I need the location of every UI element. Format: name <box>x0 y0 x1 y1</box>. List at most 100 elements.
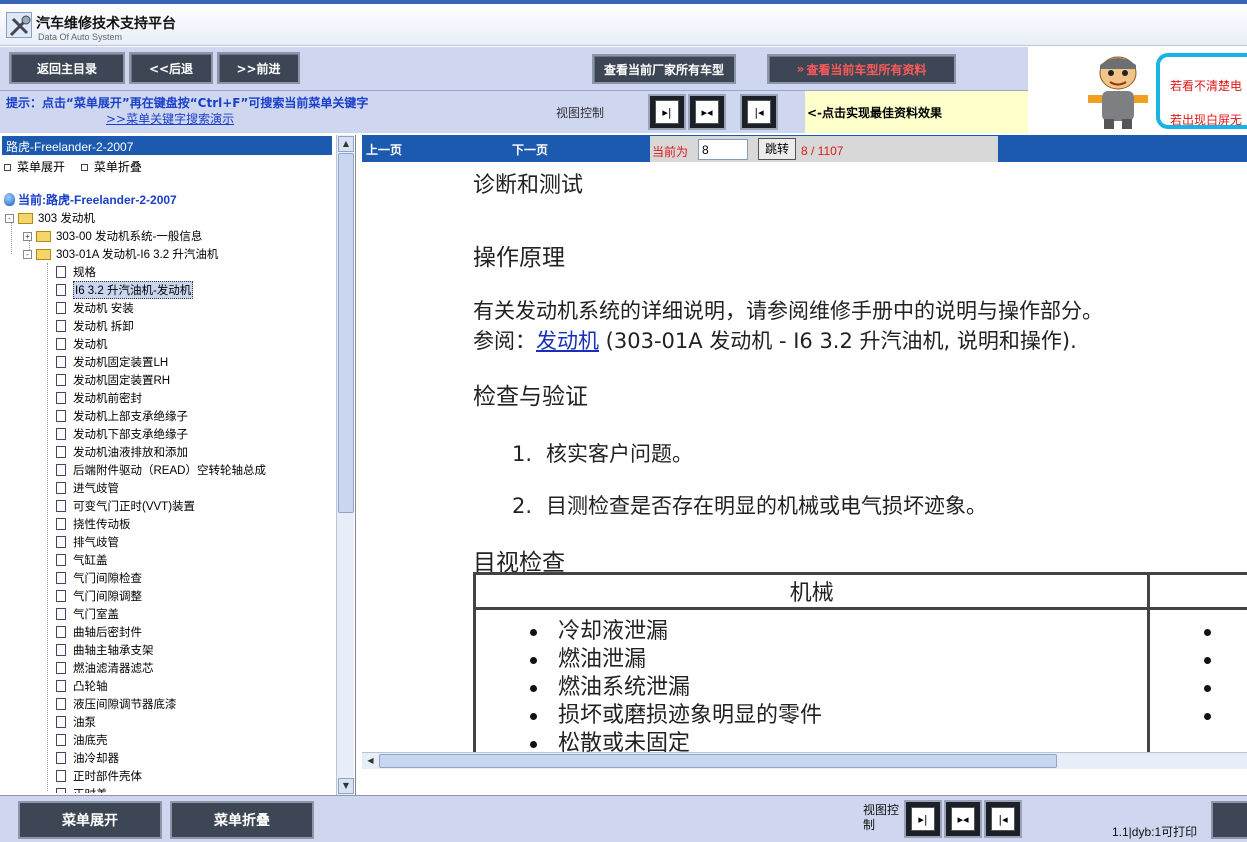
tree-item-label: 303-01A 发动机-I6 3.2 升汽油机 <box>56 249 219 261</box>
tree-item[interactable]: 油泵 <box>56 713 96 731</box>
tree-item[interactable]: +303-00 发动机系统-一般信息 <box>23 227 202 245</box>
view-split-button[interactable]: ▸◂ <box>688 94 726 130</box>
maker-models-button[interactable]: 查看当前厂家所有车型 <box>592 54 736 84</box>
document-icon <box>56 680 66 692</box>
scroll-thumb[interactable] <box>338 153 354 513</box>
title-bar: 汽车维修技术支持平台 Data Of Auto System <box>0 4 1247 46</box>
scroll-left-icon[interactable]: ◀ <box>363 754 378 768</box>
current-page-label: 当前为 <box>652 145 689 159</box>
tree-collapse-link[interactable]: 菜单折叠 <box>80 160 142 174</box>
tree-collapse-label: 菜单折叠 <box>93 160 142 174</box>
arrow-left-icon: |◂ <box>747 100 771 124</box>
tree-item[interactable]: 气缸盖 <box>56 551 108 569</box>
document-heading: 诊断和测试 <box>473 173 584 198</box>
tree-item[interactable]: 正时部件壳体 <box>56 767 142 785</box>
tree-item[interactable]: 后端附件驱动（READ）空转轮轴总成 <box>56 461 266 479</box>
tree-item[interactable]: 发动机下部支承绝缘子 <box>56 425 188 443</box>
tree-item[interactable]: 发动机油液排放和添加 <box>56 443 188 461</box>
tree-item[interactable]: 油底壳 <box>56 731 108 749</box>
tree-item[interactable]: 发动机固定装置LH <box>56 353 168 371</box>
home-button[interactable]: 返回主目录 <box>9 52 125 84</box>
bottom-expand-button[interactable]: 菜单展开 <box>18 801 162 839</box>
tree-item[interactable]: 发动机上部支承绝缘子 <box>56 407 188 425</box>
page-jump-box: 当前为 跳转 8 / 1107 <box>650 136 998 162</box>
bottom-view-expand-right-button[interactable]: ▸| <box>904 800 942 838</box>
tree-item[interactable]: 发动机 安装 <box>56 299 134 317</box>
tree-item[interactable]: 发动机固定装置RH <box>56 371 170 389</box>
tree-item-label: 气缸盖 <box>73 555 108 567</box>
tree-item[interactable]: 排气歧管 <box>56 533 119 551</box>
search-hint: 提示：点击“菜单展开”再在键盘按“Ctrl+F”可搜索当前菜单关键字 <box>6 96 369 110</box>
tree-item-label: 曲轴主轴承支架 <box>73 645 154 657</box>
view-expand-right-button[interactable]: ▸| <box>648 94 686 130</box>
mechanical-cell: 冷却液泄漏 燃油泄漏 燃油系统泄漏 损坏或磨损迹象明显的零件 松散或未固定 <box>472 608 1151 752</box>
main-toolbar: 返回主目录 <<后退 >>前进 查看当前厂家所有车型 » 查看当前车型所有资料 <box>0 47 1028 91</box>
tree-item[interactable]: 发动机 拆卸 <box>56 317 134 335</box>
back-button[interactable]: <<后退 <box>129 52 213 84</box>
model-all-docs-label: 查看当前车型所有资料 <box>806 62 927 77</box>
collapse-toggle-icon[interactable]: - <box>5 213 14 223</box>
forward-button[interactable]: >>前进 <box>217 52 300 84</box>
tree-item[interactable]: 曲轴后密封件 <box>56 623 142 641</box>
tree-item[interactable]: 油冷却器 <box>56 749 119 767</box>
document-icon <box>56 644 66 656</box>
jump-button[interactable]: 跳转 <box>758 138 796 160</box>
tree-item[interactable]: 液压间隙调节器底漆 <box>56 695 177 713</box>
tree-item-label: 发动机 拆卸 <box>73 321 134 333</box>
tree-item[interactable]: 气门间隙调整 <box>56 587 142 605</box>
mechanical-items-list: 冷却液泄漏 燃油泄漏 燃油系统泄漏 损坏或磨损迹象明显的零件 松散或未固定 <box>476 618 1147 752</box>
tree-item[interactable]: 发动机前密封 <box>56 389 142 407</box>
prev-page-link[interactable]: 上一页 <box>366 141 402 158</box>
document-horizontal-scrollbar[interactable]: ◀ <box>362 752 1247 769</box>
horizontal-scroll-thumb[interactable] <box>379 754 1057 768</box>
tree-item-label: 进气歧管 <box>73 483 119 495</box>
double-chevron-icon: » <box>796 62 805 76</box>
search-demo-link[interactable]: >>菜单关键字搜索演示 <box>106 110 234 127</box>
tree-item[interactable]: 可变气门正时(VVT)装置 <box>56 497 195 515</box>
tree-item[interactable]: - 303-01A 发动机-I6 3.2 升汽油机 <box>23 245 218 263</box>
collapse-toggle-icon[interactable]: - <box>23 249 32 259</box>
bottom-view-split-button[interactable]: ▸◂ <box>944 800 982 838</box>
help-notice-box[interactable]: 若看不清楚电 若出现白屏无 <box>1156 53 1247 129</box>
tree-item[interactable]: 发动机 <box>56 335 108 353</box>
section-principle: 操作原理 <box>473 245 565 271</box>
tree-item[interactable]: 气门室盖 <box>56 605 119 623</box>
scroll-up-icon[interactable]: ▲ <box>338 136 354 152</box>
tree-item[interactable]: 凸轮轴 <box>56 677 108 695</box>
tree-item[interactable]: I6 3.2 升汽油机-发动机 <box>56 281 194 299</box>
tree-item[interactable]: 正时盖 <box>56 785 108 793</box>
document-icon <box>56 446 66 458</box>
tree-item[interactable]: - 303 发动机 <box>5 209 95 227</box>
bottom-view-expand-left-button[interactable]: |◂ <box>984 800 1022 838</box>
tree-item[interactable]: 进气歧管 <box>56 479 119 497</box>
view-control-label: 视图控制 <box>556 106 605 120</box>
tree-item[interactable]: 燃油滤清器滤芯 <box>56 659 154 677</box>
version-label: 1.1|dyb:1可打印 <box>1112 825 1198 839</box>
tree-guide-line <box>47 263 48 791</box>
tree-expand-link[interactable]: 菜单展开 <box>4 160 65 174</box>
scroll-down-icon[interactable]: ▼ <box>338 778 354 794</box>
bottom-right-button[interactable] <box>1211 801 1247 839</box>
step-1: 1. 核实客户问题。 <box>512 438 693 468</box>
expand-toggle-icon[interactable]: + <box>23 231 32 241</box>
tree-item[interactable]: 曲轴主轴承支架 <box>56 641 154 659</box>
view-expand-left-button[interactable]: |◂ <box>740 94 778 130</box>
tree-item[interactable]: 挠性传动板 <box>56 515 131 533</box>
list-item: 燃油泄漏 <box>476 646 1147 674</box>
menu-vertical-scrollbar[interactable]: ▲ ▼ <box>336 135 354 795</box>
document-icon <box>56 536 66 548</box>
tree-item-label: 气门室盖 <box>73 609 119 621</box>
model-all-docs-button[interactable]: » 查看当前车型所有资料 <box>767 54 956 84</box>
list-item: 燃油系统泄漏 <box>476 674 1147 702</box>
step-1-text: 核实客户问题。 <box>546 442 694 466</box>
next-page-link[interactable]: 下一页 <box>512 141 548 158</box>
bottom-collapse-button[interactable]: 菜单折叠 <box>170 801 314 839</box>
tree-item-label: 凸轮轴 <box>73 681 108 693</box>
document-icon <box>56 374 66 386</box>
tree-item[interactable]: 规格 <box>56 263 96 281</box>
engine-reference-link[interactable]: 发动机 <box>536 329 599 353</box>
tree-item[interactable]: 气门间隙检查 <box>56 569 142 587</box>
tree-item-label: 油泵 <box>73 717 96 729</box>
help-notice-line1: 若看不清楚电 <box>1170 79 1243 93</box>
page-number-input[interactable] <box>698 139 748 160</box>
